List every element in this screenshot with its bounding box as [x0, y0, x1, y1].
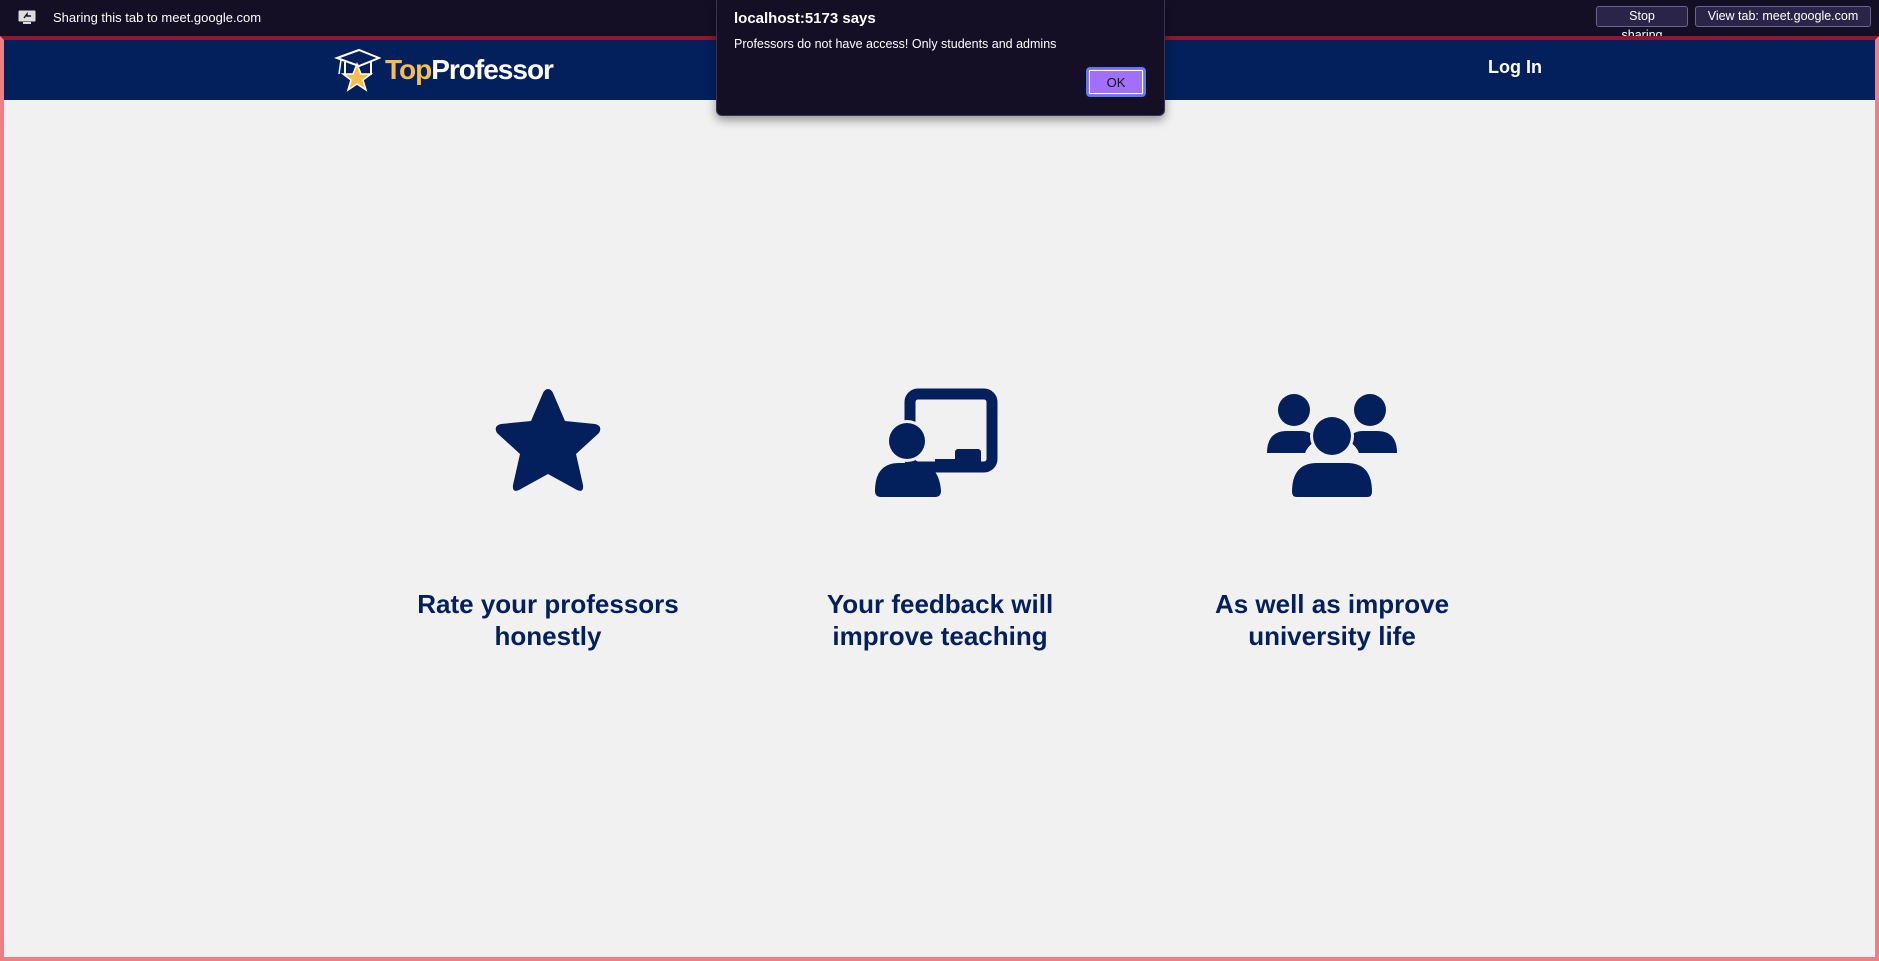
alert-title: localhost:5173 says	[734, 10, 876, 27]
login-link[interactable]: Log In	[1488, 57, 1542, 78]
alert-dialog: localhost:5173 says Professors do not ha…	[716, 0, 1165, 116]
feature-text: Your feedback will improve teaching	[826, 589, 1054, 651]
stop-sharing-button[interactable]: Stop sharing	[1596, 6, 1688, 42]
alert-message: Professors do not have access! Only stud…	[734, 37, 1057, 51]
feature-improve-teaching: Your feedback will improve teaching	[780, 385, 1100, 651]
logo-wordmark: TopProfessor	[385, 54, 554, 85]
feature-rate-professors: Rate your professors honestly	[388, 385, 708, 651]
view-tab-button[interactable]: View tab: meet.google.com	[1695, 6, 1871, 27]
feature-text: Rate your professors honestly	[417, 589, 679, 651]
feature-university-life: As well as improve university life	[1172, 385, 1492, 651]
star-icon	[495, 389, 601, 491]
ok-button[interactable]: OK	[1086, 67, 1146, 97]
teacher-board-icon	[875, 388, 998, 497]
sharing-status-text: Sharing this tab to meet.google.com	[53, 10, 262, 25]
site-logo[interactable]: TopProfessor	[333, 46, 554, 94]
people-group-icon	[1267, 394, 1397, 497]
feature-text: As well as improve university life	[1214, 589, 1450, 651]
graduation-star-logo-icon	[334, 48, 381, 92]
screen-share-icon	[18, 10, 36, 24]
